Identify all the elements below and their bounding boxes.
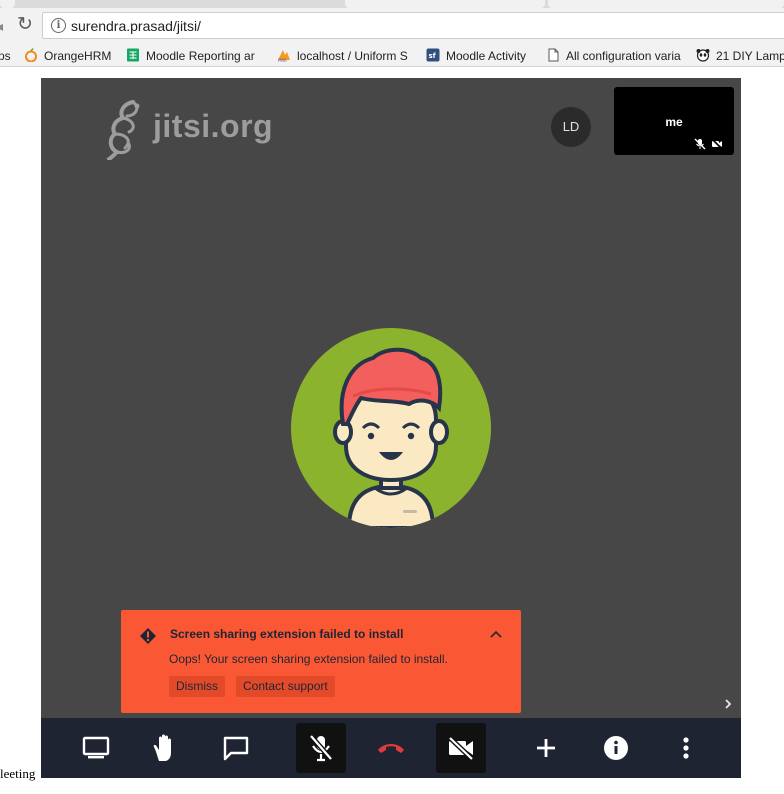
participant-avatar[interactable]: LD [551,107,591,147]
bookmarks-bar: ps OrangeHRM Moodle Reporting ar PMA loca… [0,44,784,67]
page-text-fragment: leeting [0,766,36,781]
camera-off-icon [448,736,474,760]
mic-muted-indicator-icon [694,138,706,150]
bookmark-label: localhost / Uniform S [297,49,408,63]
bookmark-label: Moodle Activity [446,49,527,63]
bookmark-apps[interactable]: ps [0,47,11,65]
warning-icon [140,628,156,644]
screenshare-button[interactable] [71,723,121,773]
url-text: surendra.prasad/jitsi/ [71,18,201,34]
camera-off-indicator-icon [711,138,723,150]
page-icon [548,48,559,62]
tab-strip [0,0,784,8]
mic-muted-icon [309,734,333,762]
address-bar[interactable]: i surendra.prasad/jitsi/ [42,12,784,39]
back-arrow-icon[interactable]: ◂ [0,18,3,35]
notification-title: Screen sharing extension failed to insta… [170,627,404,641]
navigation-bar: ◂ ↻ i surendra.prasad/jitsi/ [0,8,784,44]
chevron-right-icon[interactable] [721,697,735,711]
notification-message: Oops! Your screen sharing extension fail… [169,652,448,666]
bookmark-label: Moodle Reporting ar [146,49,255,63]
desktop-icon [82,736,110,759]
hangup-button[interactable] [366,723,416,773]
sf-icon: sf [426,48,440,62]
jitsi-logo-icon [107,100,140,161]
panda-icon [696,49,710,62]
bookmark-label: OrangeHRM [44,49,112,63]
raise-hand-button[interactable] [141,723,191,773]
jitsi-watermark[interactable]: jitsi.org [105,98,273,161]
bookmark-phpmyadmin[interactable]: PMA localhost / Uniform S [277,47,408,65]
default-avatar-image [291,328,491,528]
local-video-thumbnail[interactable]: me [614,87,734,155]
invite-button[interactable] [521,723,571,773]
bookmark-label: ps [0,49,11,63]
contact-support-button[interactable]: Contact support [236,676,335,697]
more-options-button[interactable] [661,723,711,773]
chat-icon [223,736,249,761]
phpmyadmin-icon: PMA [278,50,290,62]
chat-button[interactable] [211,723,261,773]
camera-toggle[interactable] [436,723,486,773]
svg-text:PMA: PMA [278,58,287,62]
browser-tab-active[interactable] [345,0,545,8]
browser-tab[interactable] [0,0,15,8]
bookmark-label: All configuration varia [566,49,681,63]
hand-icon [153,734,171,761]
info-button[interactable] [591,723,641,773]
bookmark-label: 21 DIY Lamp [716,49,784,63]
screen-share-error-notification: Screen sharing extension failed to insta… [121,610,521,713]
bookmark-orangehrm[interactable]: OrangeHRM [24,47,111,65]
reload-icon[interactable]: ↻ [14,14,36,36]
microphone-toggle[interactable] [296,723,346,773]
more-icon [683,737,689,759]
svg-text:sf: sf [429,52,437,60]
info-icon[interactable]: i [51,18,66,33]
hangup-icon [378,744,404,753]
watermark-text: jitsi.org [153,108,274,144]
bookmark-moodle-activity[interactable]: sf Moodle Activity [426,47,526,65]
browser-tab[interactable] [548,0,784,8]
bookmark-diy-lamp[interactable]: 21 DIY Lamp [696,47,784,65]
meeting-toolbar [41,718,741,778]
meeting-stage: jitsi.org LD me Screen sharing extension… [41,78,741,778]
sheets-icon [127,48,139,62]
dismiss-button[interactable]: Dismiss [169,676,225,697]
chevron-up-icon[interactable] [487,626,505,644]
orangehrm-icon [25,48,37,62]
bookmark-moodle-reporting[interactable]: Moodle Reporting ar [126,47,255,65]
plus-icon [537,739,555,757]
bookmark-config-variables[interactable]: All configuration varia [546,47,681,65]
info-icon [604,736,628,760]
local-video-label: me [665,115,683,129]
